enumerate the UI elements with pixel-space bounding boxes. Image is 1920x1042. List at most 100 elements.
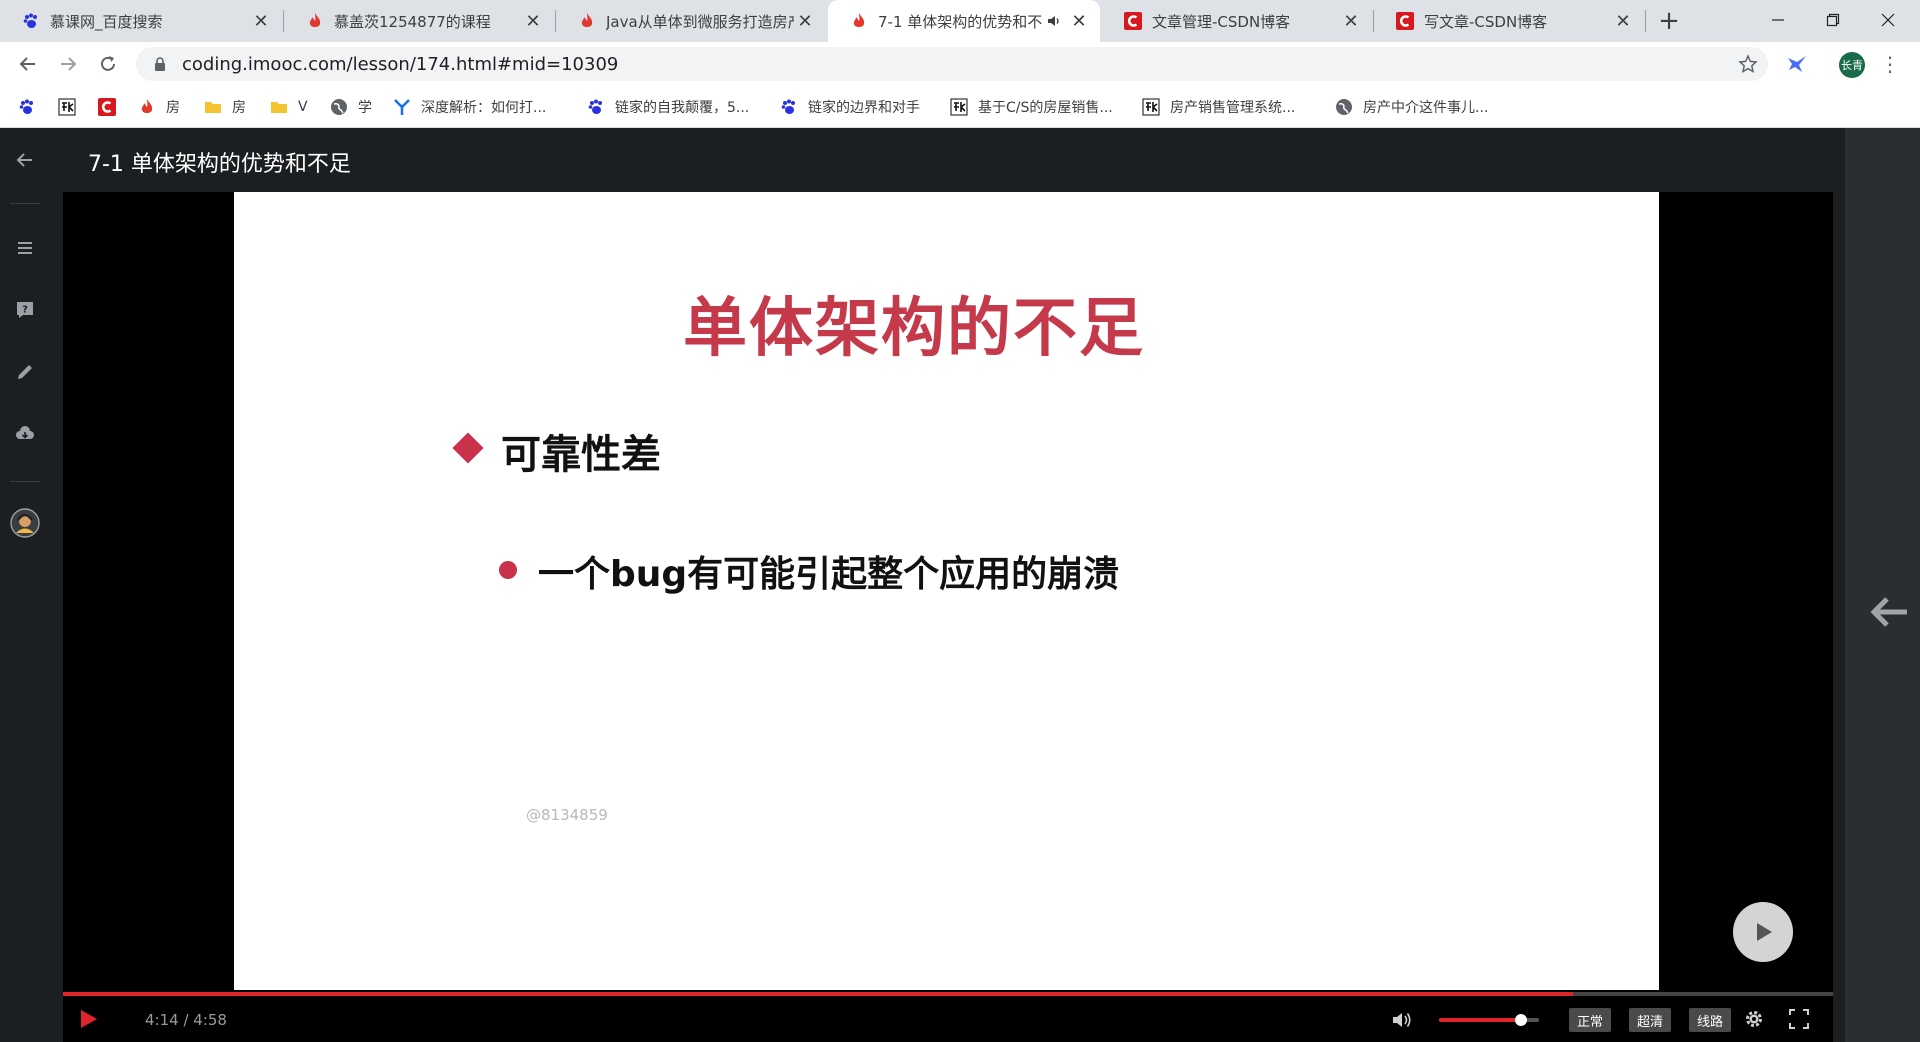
user-avatar-icon bbox=[10, 508, 40, 538]
minimize-window-button[interactable] bbox=[1750, 0, 1805, 40]
globe-icon bbox=[1335, 98, 1353, 116]
tab-title: 慕课网_百度搜索 bbox=[50, 12, 163, 31]
bookmark-star-icon[interactable] bbox=[1738, 54, 1758, 74]
big-play-button[interactable] bbox=[1733, 902, 1793, 962]
notes-button[interactable] bbox=[13, 360, 37, 384]
question-icon: ? bbox=[17, 302, 33, 318]
bookmark-item[interactable]: 链家的自我颠覆，5... bbox=[587, 96, 749, 118]
slide-bullet-secondary: 一个bug有可能引起整个应用的崩溃 bbox=[538, 554, 1120, 595]
bookmark-label: 学 bbox=[358, 100, 372, 116]
tab-baidu-search[interactable]: 慕课网_百度搜索 ✕ bbox=[0, 0, 282, 42]
right-side-panel bbox=[1845, 128, 1920, 1042]
close-tab-icon[interactable]: ✕ bbox=[1612, 10, 1634, 32]
bookmark-folder[interactable]: 房 bbox=[204, 96, 246, 118]
tab-title: Java从单体到微服务打造房产 bbox=[606, 12, 794, 31]
volume-slider[interactable] bbox=[1439, 1014, 1539, 1026]
left-sidebar: ? bbox=[0, 128, 50, 1042]
close-window-button[interactable] bbox=[1860, 0, 1915, 40]
back-arrow-icon bbox=[19, 57, 35, 71]
minimize-icon bbox=[1771, 19, 1784, 21]
tab-java-course[interactable]: Java从单体到微服务打造房产 ✕ bbox=[556, 0, 826, 42]
bookmark-label: V bbox=[298, 99, 308, 115]
video-watermark: @8134859 bbox=[526, 806, 608, 824]
tab-imooc-courses[interactable]: 慕盖茨1254877的课程 ✕ bbox=[284, 0, 554, 42]
folder-icon bbox=[204, 98, 222, 116]
globe-icon bbox=[330, 98, 348, 116]
bookmark-item[interactable] bbox=[18, 96, 46, 118]
flame-icon bbox=[850, 12, 868, 30]
download-button[interactable] bbox=[13, 422, 37, 446]
video-player[interactable]: 单体架构的不足 可靠性差 一个bug有可能引起整个应用的崩溃 @8134859 … bbox=[63, 192, 1833, 1042]
profile-avatar[interactable]: 长青 bbox=[1839, 52, 1865, 78]
fullscreen-icon[interactable] bbox=[1788, 1008, 1810, 1030]
bookmark-label: 房产中介这件事儿... bbox=[1363, 100, 1489, 116]
zhi-logo-icon bbox=[950, 98, 968, 116]
tab-csdn-write[interactable]: 写文章-CSDN博客 ✕ bbox=[1374, 0, 1644, 42]
volume-icon[interactable] bbox=[1391, 1009, 1413, 1031]
address-bar[interactable]: coding.imooc.com/lesson/174.html#mid=103… bbox=[136, 47, 1768, 81]
close-tab-icon[interactable]: ✕ bbox=[1068, 10, 1090, 32]
tab-csdn-article-manage[interactable]: 文章管理-CSDN博客 ✕ bbox=[1102, 0, 1372, 42]
svg-text:?: ? bbox=[22, 305, 28, 316]
speaker-icon[interactable] bbox=[1046, 13, 1062, 29]
browser-toolbar: coding.imooc.com/lesson/174.html#mid=103… bbox=[0, 42, 1920, 86]
y-logo-icon bbox=[393, 98, 411, 116]
zhi-logo-icon bbox=[1142, 98, 1160, 116]
baidu-paw-icon bbox=[780, 98, 798, 116]
forward-button[interactable] bbox=[52, 48, 84, 80]
bookmarks-bar: 房 房 V 学 深度解析：如何打... 链家的自我颠覆，5... 链家的边界和对… bbox=[0, 86, 1920, 128]
close-tab-icon[interactable]: ✕ bbox=[794, 10, 816, 32]
lock-icon bbox=[155, 57, 165, 71]
quality-button[interactable]: 超清 bbox=[1629, 1008, 1672, 1032]
bookmark-folder[interactable]: V bbox=[270, 96, 308, 118]
bookmark-item[interactable]: 深度解析：如何打... bbox=[393, 96, 546, 118]
player-controls: 4:14 / 4:58 正常 超清 线路 bbox=[63, 996, 1833, 1042]
bookmark-item[interactable]: 房产销售管理系统... bbox=[1142, 96, 1295, 118]
extension-icon[interactable] bbox=[1785, 52, 1809, 76]
reload-button[interactable] bbox=[92, 48, 124, 80]
playback-speed-button[interactable]: 正常 bbox=[1569, 1008, 1612, 1032]
browser-menu-button[interactable]: ⋮ bbox=[1880, 52, 1900, 76]
baidu-paw-icon bbox=[18, 98, 36, 116]
gear-icon[interactable] bbox=[1743, 1008, 1765, 1030]
back-to-course-button[interactable] bbox=[13, 148, 37, 172]
menu-list-icon bbox=[18, 242, 32, 254]
close-tab-icon[interactable]: ✕ bbox=[1340, 10, 1362, 32]
close-icon bbox=[1881, 13, 1894, 27]
close-tab-icon[interactable]: ✕ bbox=[522, 10, 544, 32]
sidebar-divider bbox=[10, 203, 40, 204]
bookmark-item[interactable] bbox=[58, 96, 86, 118]
bookmark-item[interactable]: 基于C/S的房屋销售... bbox=[950, 96, 1113, 118]
tab-title: 7-1 单体架构的优势和不 bbox=[878, 12, 1043, 31]
restore-icon bbox=[1826, 13, 1839, 27]
forward-arrow-icon bbox=[61, 57, 77, 71]
bookmark-item[interactable]: 学 bbox=[330, 96, 372, 118]
url-text[interactable]: coding.imooc.com/lesson/174.html#mid=103… bbox=[182, 54, 618, 75]
collapse-arrow-icon[interactable] bbox=[1867, 590, 1911, 634]
route-button[interactable]: 线路 bbox=[1689, 1008, 1732, 1032]
circle-bullet-icon bbox=[499, 561, 517, 579]
bookmark-label: 链家的自我颠覆，5... bbox=[615, 100, 750, 116]
bookmark-item[interactable] bbox=[98, 96, 126, 118]
csdn-logo-icon bbox=[98, 98, 116, 116]
bookmark-label: 房产销售管理系统... bbox=[1170, 100, 1296, 116]
instructor-avatar[interactable] bbox=[10, 508, 40, 538]
bookmark-item[interactable]: 房产中介这件事儿... bbox=[1335, 96, 1488, 118]
restore-window-button[interactable] bbox=[1805, 0, 1860, 40]
new-tab-button[interactable]: + bbox=[1654, 6, 1684, 36]
chapter-list-button[interactable] bbox=[13, 236, 37, 260]
questions-button[interactable]: ? bbox=[13, 298, 37, 322]
bookmark-label: 深度解析：如何打... bbox=[421, 100, 547, 116]
back-button[interactable] bbox=[12, 48, 44, 80]
close-tab-icon[interactable]: ✕ bbox=[250, 10, 272, 32]
play-pause-button[interactable] bbox=[77, 1008, 99, 1030]
bookmark-item[interactable]: 房 bbox=[138, 96, 180, 118]
bookmark-item[interactable]: 链家的边界和对手 bbox=[780, 96, 920, 118]
slide-bullet-primary: 可靠性差 bbox=[501, 432, 661, 478]
csdn-logo-icon bbox=[1396, 12, 1414, 30]
tab-current-lesson[interactable]: 7-1 单体架构的优势和不 ✕ bbox=[828, 0, 1100, 42]
bookmark-label: 链家的边界和对手 bbox=[808, 100, 920, 116]
folder-icon bbox=[270, 98, 288, 116]
diamond-bullet-icon bbox=[452, 432, 484, 464]
volume-knob[interactable] bbox=[1515, 1014, 1527, 1026]
